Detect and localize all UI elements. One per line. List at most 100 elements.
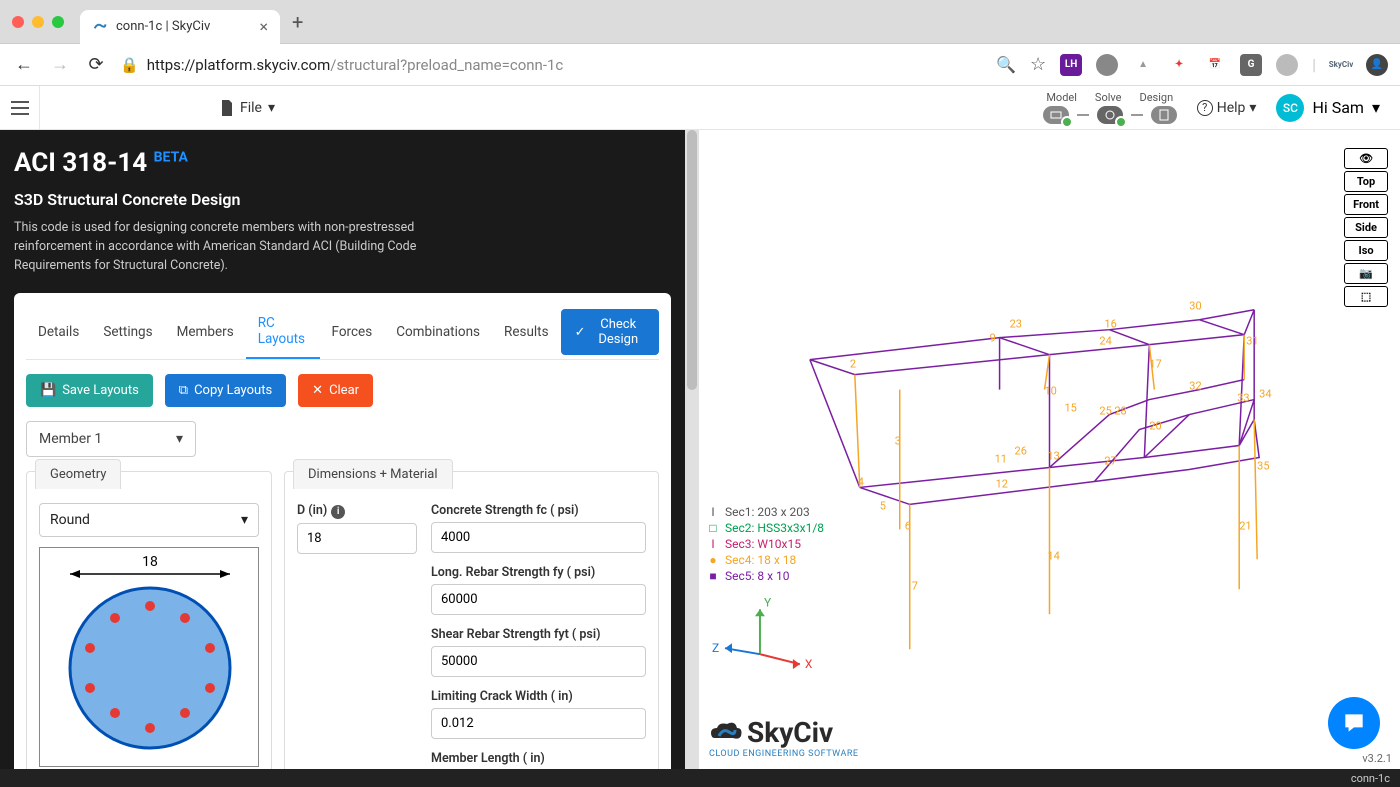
model-viewport[interactable]: 23 45 67 910 1112 1314 1516 1720 2123 24… (699, 130, 1400, 769)
info-icon[interactable]: i (331, 505, 345, 519)
svg-text:31: 31 (1246, 335, 1258, 348)
screenshot-button[interactable]: 📷 (1344, 263, 1388, 284)
svg-text:2: 2 (850, 358, 856, 371)
maximize-window-button[interactable] (52, 16, 64, 28)
d-input[interactable] (297, 523, 417, 554)
design-tabs: Details Settings Members RC Layouts Forc… (26, 305, 659, 360)
geometry-panel: Geometry Round ▾ 18 (26, 471, 272, 769)
tab-results[interactable]: Results (492, 314, 561, 350)
extension-dot-icon[interactable] (1276, 54, 1298, 76)
address-bar: ← → ⟳ 🔒 https://platform.skyciv.com/stru… (0, 44, 1400, 86)
tab-settings[interactable]: Settings (91, 314, 164, 350)
workflow-label-solve: Solve (1095, 91, 1122, 104)
cube-icon: ⬚ (1361, 290, 1371, 303)
save-layouts-button[interactable]: 💾 Save Layouts (26, 374, 153, 407)
skyciv-logo: SkyCiv CLOUD ENGINEERING SOFTWARE (709, 716, 859, 759)
svg-text:17: 17 (1149, 358, 1161, 371)
panel-scrollbar[interactable] (685, 130, 699, 769)
member-select[interactable]: Member 1 ▾ (26, 421, 196, 457)
solve-icon (1105, 110, 1115, 120)
crack-input[interactable] (431, 708, 646, 739)
dimensions-tab[interactable]: Dimensions + Material (293, 459, 453, 489)
tab-rc-layouts[interactable]: RC Layouts (246, 305, 320, 359)
browser-tab[interactable]: conn-1c | SkyCiv × (80, 10, 280, 44)
workflow-label-model: Model (1046, 91, 1077, 104)
clear-button[interactable]: ✕ Clear (298, 374, 373, 407)
extension-red-icon[interactable]: ✦ (1168, 54, 1190, 76)
extension-calendar-icon[interactable]: 📅 (1204, 54, 1226, 76)
tab-forces[interactable]: Forces (320, 314, 385, 350)
svg-text:28: 28 (1114, 405, 1126, 418)
view-iso-button[interactable]: Iso (1344, 240, 1388, 261)
user-menu[interactable]: SC Hi Sam ▾ (1276, 94, 1380, 122)
svg-text:5: 5 (880, 499, 886, 512)
workflow-node-solve[interactable] (1097, 106, 1123, 124)
workflow-node-model[interactable] (1043, 106, 1069, 124)
search-icon[interactable]: 🔍 (996, 55, 1016, 74)
chevron-down-icon: ▾ (176, 431, 183, 447)
view-side-button[interactable]: Side (1344, 217, 1388, 238)
svg-text:9: 9 (990, 332, 996, 345)
geometry-tab[interactable]: Geometry (35, 459, 121, 489)
profile-icon[interactable]: 👤 (1366, 54, 1388, 76)
version-label: v3.2.1 (1362, 752, 1392, 765)
toolbar-icons: 🔍 ☆ LH ▲ ✦ 📅 G | SkyCiv 👤 (996, 54, 1388, 76)
hamburger-menu-button[interactable] (0, 86, 40, 130)
extension-drive-icon[interactable]: ▲ (1132, 54, 1154, 76)
tab-combinations[interactable]: Combinations (384, 314, 492, 350)
reload-button[interactable]: ⟳ (84, 53, 108, 77)
view-top-button[interactable]: Top (1344, 171, 1388, 192)
close-window-button[interactable] (12, 16, 24, 28)
svg-text:4: 4 (858, 475, 864, 488)
help-menu[interactable]: ? Help ▾ (1197, 100, 1257, 116)
fc-input[interactable] (431, 522, 646, 553)
dimensions-panel: Dimensions + Material D (in)i Concrete S… (284, 471, 659, 769)
workflow-node-design[interactable] (1151, 106, 1177, 124)
extension-lh-icon[interactable]: LH (1060, 54, 1082, 76)
fyt-input[interactable] (431, 646, 646, 677)
legend-sym-2: □ (707, 521, 719, 535)
section-legend: ISec1: 203 x 203 □Sec2: HSS3x3x1/8 ISec3… (707, 505, 824, 585)
length-label: Member Length ( in) (431, 751, 646, 766)
app-header: File ▾ Model Solve Design ? Help ▾ SC (0, 86, 1400, 130)
visibility-button[interactable]: 👁 (1344, 148, 1388, 169)
view-front-button[interactable]: Front (1344, 194, 1388, 215)
chat-button[interactable] (1328, 697, 1380, 749)
tab-members[interactable]: Members (165, 314, 246, 350)
status-bar: conn-1c (0, 769, 1400, 787)
section-preview: 18 (39, 547, 259, 767)
design-card: Details Settings Members RC Layouts Forc… (14, 293, 671, 769)
window-controls (12, 16, 64, 28)
back-button[interactable]: ← (12, 53, 36, 77)
url-field[interactable]: 🔒 https://platform.skyciv.com/structural… (120, 56, 984, 74)
legend-sym-3: I (707, 537, 719, 551)
file-icon (220, 100, 234, 116)
check-design-button[interactable]: ✓ Check Design (561, 309, 659, 355)
extension-circle-icon[interactable] (1096, 54, 1118, 76)
svg-text:13: 13 (1048, 449, 1060, 462)
extension-g-icon[interactable]: G (1240, 54, 1262, 76)
d-label: D (in)i (297, 503, 417, 519)
star-icon[interactable]: ☆ (1030, 54, 1046, 75)
svg-text:3: 3 (895, 435, 901, 448)
chevron-down-icon: ▾ (1372, 98, 1380, 117)
tab-details[interactable]: Details (26, 314, 91, 350)
shape-select[interactable]: Round ▾ (39, 503, 259, 537)
scroll-thumb[interactable] (687, 130, 697, 390)
panel-description: This code is used for designing concrete… (14, 219, 474, 275)
svg-text:32: 32 (1189, 380, 1201, 393)
extension-skyciv-icon[interactable]: SkyCiv (1330, 54, 1352, 76)
forward-button[interactable]: → (48, 53, 72, 77)
close-tab-icon[interactable]: × (259, 17, 268, 36)
svg-text:Z: Z (712, 641, 719, 655)
legend-sym-1: I (707, 505, 719, 519)
chevron-down-icon: ▾ (241, 512, 248, 528)
fy-input[interactable] (431, 584, 646, 615)
minimize-window-button[interactable] (32, 16, 44, 28)
new-tab-button[interactable]: + (292, 10, 303, 34)
svg-text:24: 24 (1099, 335, 1111, 348)
cube-button[interactable]: ⬚ (1344, 286, 1388, 307)
copy-layouts-button[interactable]: ⧉ Copy Layouts (165, 374, 286, 407)
file-menu[interactable]: File ▾ (220, 100, 275, 116)
svg-text:23: 23 (1010, 318, 1022, 331)
